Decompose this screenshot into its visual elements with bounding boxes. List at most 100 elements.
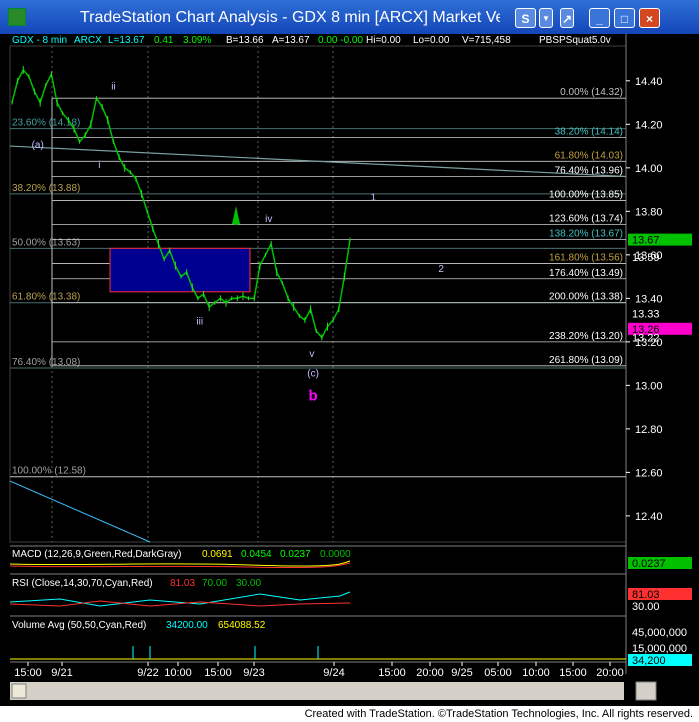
fib-label: 100.00% (13.85) bbox=[549, 189, 623, 200]
time-tick-label: 10:00 bbox=[522, 667, 550, 679]
wave-annotation: v bbox=[309, 349, 314, 360]
rsi-value-3: 30.00 bbox=[236, 578, 261, 589]
fib-label: 238.20% (13.20) bbox=[549, 331, 623, 342]
time-tick-label: 9/25 bbox=[451, 667, 472, 679]
fib-label: 123.60% (13.74) bbox=[549, 213, 623, 224]
time-tick-label: 15:00 bbox=[378, 667, 406, 679]
left-fib-label: 100.00% (12.58) bbox=[12, 466, 86, 477]
chart-canvas[interactable]: GDX - 8 min ARCX L=13.67 0.41 3.09% B=13… bbox=[0, 34, 699, 706]
volume-value-1: 34200.00 bbox=[166, 620, 208, 631]
time-tick-label: 10:00 bbox=[164, 667, 192, 679]
horizontal-scrollbar[interactable] bbox=[10, 682, 624, 700]
wave-annotation: b bbox=[308, 388, 317, 405]
volume-title: Volume Avg (50,50,Cyan,Red) bbox=[12, 620, 146, 631]
chart-area[interactable]: GDX - 8 min ARCX L=13.67 0.41 3.09% B=13… bbox=[0, 34, 699, 706]
price-tick-label: 12.80 bbox=[635, 424, 663, 436]
close-button[interactable]: × bbox=[639, 8, 660, 28]
fib-label: 0.00% (14.32) bbox=[560, 87, 623, 98]
left-fib-label: 50.00% (13.63) bbox=[12, 237, 80, 248]
chevron-down-icon[interactable]: ▼ bbox=[539, 8, 553, 28]
rsi-price-tag: 30.00 bbox=[632, 601, 660, 613]
time-tick-label: 15:00 bbox=[204, 667, 232, 679]
volume-tick-label: 45,000,000 bbox=[632, 627, 687, 639]
symbol-link-button[interactable]: S bbox=[515, 8, 536, 28]
macd-value-4: 0.0000 bbox=[320, 549, 351, 560]
volume-price-tag: 34,200 bbox=[632, 655, 666, 667]
price-panel-border bbox=[9, 45, 627, 543]
price-tick-label: 14.00 bbox=[635, 163, 663, 175]
rsi-value-2: 70.00 bbox=[202, 578, 227, 589]
time-tick-label: 20:00 bbox=[596, 667, 624, 679]
footer: Created with TradeStation. ©TradeStation… bbox=[0, 706, 699, 722]
header-lo: Lo=0.00 bbox=[413, 35, 450, 46]
wave-annotation: ii bbox=[111, 82, 115, 93]
wave-annotation: 1 bbox=[371, 192, 377, 203]
volume-panel[interactable]: Volume Avg (50,50,Cyan,Red) 34200.00 654… bbox=[10, 615, 692, 667]
price-tick-label: 14.40 bbox=[635, 76, 663, 88]
macd-value-2: 0.0454 bbox=[241, 549, 272, 560]
scroll-left-button[interactable] bbox=[11, 683, 27, 699]
macd-price-tag: 0.0237 bbox=[632, 558, 666, 570]
left-fib-label: 61.80% (13.38) bbox=[12, 292, 80, 303]
maximize-button[interactable]: □ bbox=[614, 8, 635, 28]
wave-annotation: (c) bbox=[307, 369, 319, 380]
time-tick-label: 20:00 bbox=[416, 667, 444, 679]
macd-value-1: 0.0691 bbox=[202, 549, 233, 560]
volume-value-2: 654088.52 bbox=[218, 620, 266, 631]
header-vol: V=715,458 bbox=[462, 35, 511, 46]
time-tick-label: 9/22 bbox=[137, 667, 158, 679]
link-icon[interactable]: ↗ bbox=[560, 8, 574, 28]
target-zone-box bbox=[109, 247, 251, 293]
macd-value-3: 0.0237 bbox=[280, 549, 311, 560]
time-tick-label: 9/23 bbox=[243, 667, 264, 679]
copyright-text: Created with TradeStation. ©TradeStation… bbox=[304, 708, 693, 720]
chart-window: TradeStation Chart Analysis - GDX 8 min … bbox=[0, 0, 699, 706]
header-symbol: GDX - 8 min bbox=[12, 35, 67, 46]
price-tag: 13.59 bbox=[632, 252, 660, 264]
app-icon bbox=[8, 8, 26, 26]
price-tick-label: 13.80 bbox=[635, 206, 663, 218]
wave-annotation: i bbox=[98, 160, 100, 171]
minimize-button[interactable]: _ bbox=[589, 8, 610, 28]
price-tick-label: 13.40 bbox=[635, 293, 663, 305]
rsi-title: RSI (Close,14,30,70,Cyan,Red) bbox=[12, 578, 153, 589]
title-bar[interactable]: TradeStation Chart Analysis - GDX 8 min … bbox=[0, 0, 699, 34]
left-fib-label: 38.20% (13.88) bbox=[12, 183, 80, 194]
price-tick-label: 12.40 bbox=[635, 511, 663, 523]
wave-annotation: (a) bbox=[32, 140, 44, 151]
header-ask: A=13.67 bbox=[272, 35, 310, 46]
arrow-up-stem bbox=[234, 217, 238, 225]
window-title: TradeStation Chart Analysis - GDX 8 min … bbox=[80, 9, 500, 26]
lower-trend-line bbox=[9, 480, 151, 543]
scroll-right-button[interactable] bbox=[635, 681, 657, 701]
time-tick-label: 15:00 bbox=[14, 667, 42, 679]
rsi-price-tag: 81.03 bbox=[632, 589, 660, 601]
header-exchange: ARCX bbox=[74, 35, 102, 46]
header-chg2: 0.00 -0.00 bbox=[318, 35, 363, 46]
price-tag: 13.33 bbox=[632, 309, 660, 321]
header-last: L=13.67 bbox=[108, 35, 145, 46]
left-fib-label: 76.40% (13.08) bbox=[12, 357, 80, 368]
wave-annotation: iii bbox=[196, 316, 203, 327]
price-tick-label: 12.60 bbox=[635, 467, 663, 479]
fib-label: 261.80% (13.09) bbox=[549, 355, 623, 366]
fib-label: 138.20% (13.67) bbox=[549, 229, 623, 240]
time-tick-label: 05:00 bbox=[484, 667, 512, 679]
fib-label: 161.80% (13.56) bbox=[549, 253, 623, 264]
macd-line bbox=[9, 560, 351, 567]
time-axis: 15:00 9/21 9/22 10:00 15:00 9/23 9/24 15:00 20:0… bbox=[10, 661, 626, 679]
time-tick-label: 9/24 bbox=[323, 667, 344, 679]
time-tick-label: 9/21 bbox=[51, 667, 72, 679]
header-bid: B=13.66 bbox=[226, 35, 264, 46]
fib-label: 61.80% (14.03) bbox=[555, 150, 623, 161]
rsi-panel[interactable]: RSI (Close,14,30,70,Cyan,Red) 81.03 70.0… bbox=[9, 573, 692, 613]
price-tick-label: 13.00 bbox=[635, 380, 663, 392]
header-hi: Hi=0.00 bbox=[366, 35, 401, 46]
price-tag: 13.22 bbox=[632, 333, 660, 345]
macd-panel[interactable]: MACD (12,26,9,Green,Red,DarkGray) 0.0691… bbox=[9, 545, 692, 570]
rsi-avg-line bbox=[9, 600, 351, 607]
fib-label: 38.20% (14.14) bbox=[555, 126, 623, 137]
price-tick-label: 14.20 bbox=[635, 119, 663, 131]
rsi-value-1: 81.03 bbox=[170, 578, 195, 589]
header-pct: 3.09% bbox=[183, 35, 211, 46]
